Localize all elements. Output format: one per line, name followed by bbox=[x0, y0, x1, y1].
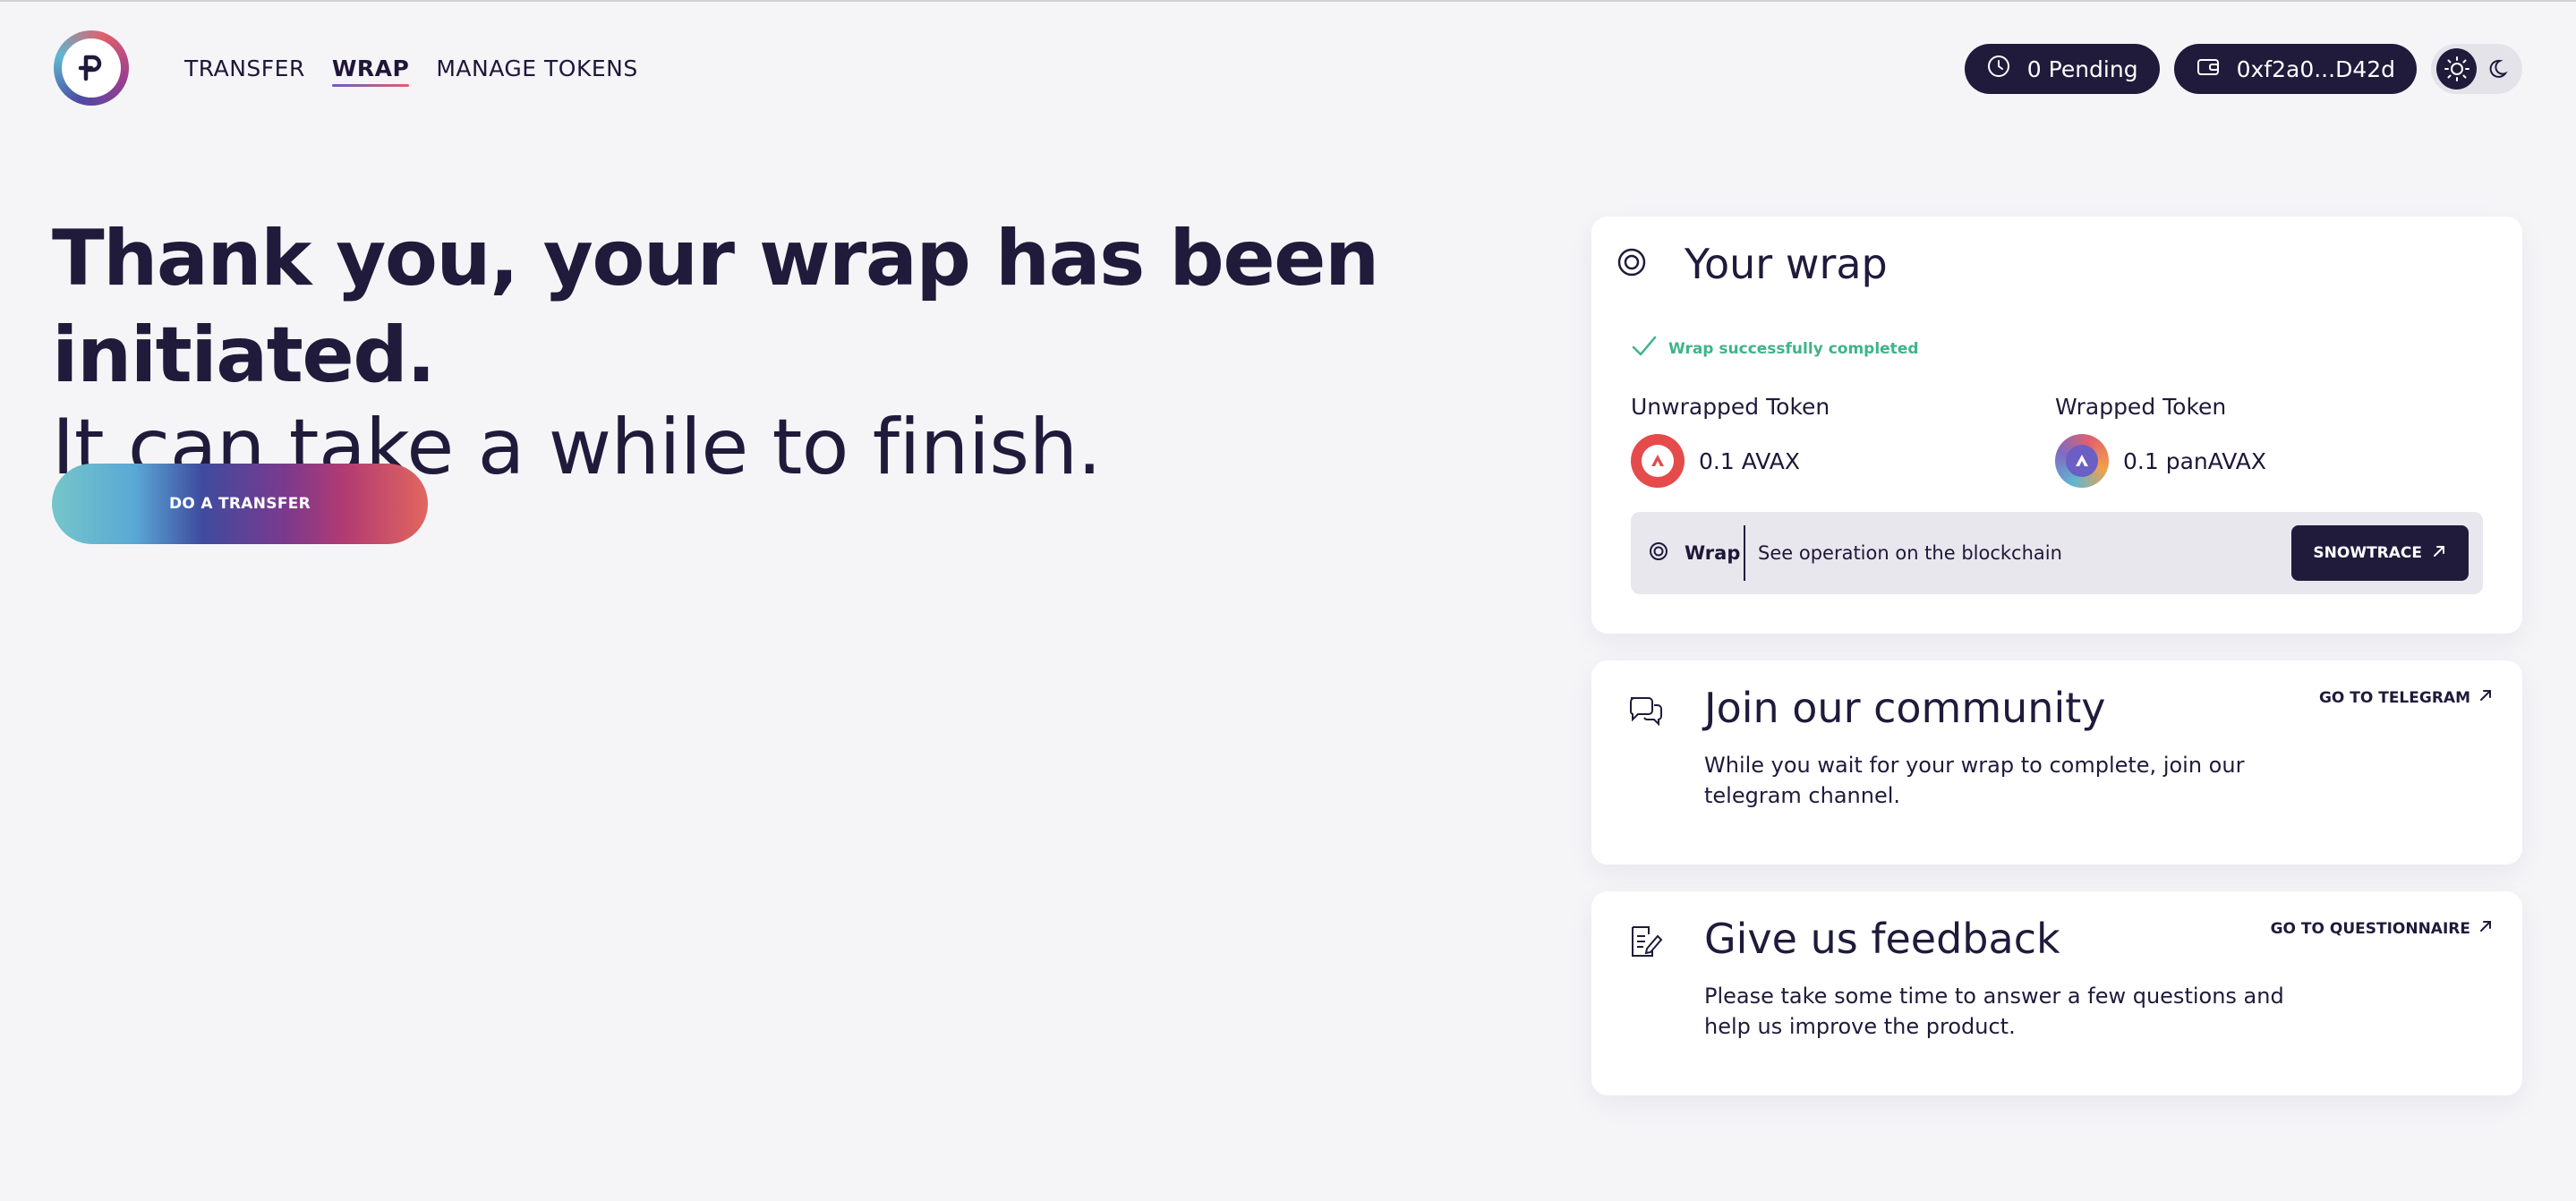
wallet-icon bbox=[2196, 54, 2221, 84]
logo-inner bbox=[62, 38, 121, 98]
unwrapped-token-label: Unwrapped Token bbox=[1631, 394, 1830, 420]
hero-title: Thank you, your wrap has been initiated. bbox=[52, 214, 1379, 400]
operation-text: See operation on the blockchain bbox=[1758, 542, 2062, 564]
community-title: Join our community bbox=[1704, 684, 2106, 732]
wrapped-token: Wrapped Token 0.1 panAVAX bbox=[2055, 394, 2266, 488]
theme-toggle[interactable] bbox=[2431, 44, 2522, 94]
target-icon bbox=[1616, 247, 1647, 281]
target-small-icon bbox=[1649, 541, 1668, 565]
clock-icon bbox=[1986, 54, 2011, 84]
check-icon bbox=[1631, 335, 1658, 362]
community-desc: While you wait for your wrap to complete… bbox=[1704, 753, 2245, 808]
wallet-button[interactable]: 0xf2a0...D42d bbox=[2173, 44, 2417, 94]
wrapped-token-row: 0.1 panAVAX bbox=[2055, 434, 2266, 488]
external-link-icon bbox=[2478, 687, 2494, 708]
wrap-status-text: Wrap successfully completed bbox=[1668, 339, 1919, 358]
operation-label: Wrap bbox=[1685, 542, 1741, 564]
logo-icon[interactable] bbox=[54, 30, 129, 106]
community-card: Join our community While you wait for yo… bbox=[1591, 660, 2522, 865]
snowtrace-label: SNOWTRACE bbox=[2313, 544, 2422, 562]
questionnaire-link[interactable]: GO TO QUESTIONNAIRE bbox=[2271, 918, 2494, 939]
wrapped-token-label: Wrapped Token bbox=[2055, 394, 2227, 420]
moon-icon[interactable] bbox=[2477, 48, 2517, 89]
operation-divider bbox=[1744, 525, 1745, 581]
wrap-card-title: Your wrap bbox=[1685, 240, 1888, 288]
wrapped-token-value: 0.1 panAVAX bbox=[2123, 447, 2266, 474]
nav-transfer[interactable]: TRANSFER bbox=[184, 55, 305, 87]
unwrapped-token: Unwrapped Token 0.1 AVAX bbox=[1631, 394, 1830, 488]
your-wrap-card: Your wrap Wrap successfully completed Un… bbox=[1591, 217, 2522, 634]
edit-document-icon bbox=[1627, 924, 1663, 963]
sun-icon[interactable] bbox=[2436, 48, 2477, 89]
telegram-link[interactable]: GO TO TELEGRAM bbox=[2319, 687, 2494, 708]
wallet-address: 0xf2a0...D42d bbox=[2236, 55, 2395, 82]
pending-label: 0 Pending bbox=[2026, 55, 2138, 82]
external-link-icon bbox=[2431, 543, 2447, 564]
panavax-icon bbox=[2055, 434, 2109, 488]
logo-p-glyph bbox=[78, 55, 102, 81]
telegram-link-label: GO TO TELEGRAM bbox=[2318, 688, 2470, 707]
snowtrace-button[interactable]: SNOWTRACE bbox=[2291, 525, 2469, 581]
external-link-icon bbox=[2478, 918, 2494, 939]
questionnaire-link-label: GO TO QUESTIONNAIRE bbox=[2270, 919, 2470, 938]
header-actions: 0 Pending 0xf2a0...D42d bbox=[1964, 44, 2522, 94]
avax-icon bbox=[1631, 434, 1685, 488]
chat-icon bbox=[1627, 693, 1665, 732]
nav-wrap[interactable]: WRAP bbox=[331, 55, 410, 87]
pending-button[interactable]: 0 Pending bbox=[1964, 44, 2160, 94]
top-border bbox=[0, 0, 2576, 2]
feedback-title: Give us feedback bbox=[1704, 915, 2060, 963]
hero: Thank you, your wrap has been initiated.… bbox=[52, 211, 1574, 492]
nav-manage-tokens[interactable]: MANAGE TOKENS bbox=[436, 55, 637, 87]
feedback-card: Give us feedback Please take some time t… bbox=[1591, 891, 2522, 1095]
wrap-status: Wrap successfully completed bbox=[1631, 335, 1919, 362]
do-transfer-button[interactable]: DO A TRANSFER bbox=[52, 464, 428, 544]
main-nav: TRANSFER WRAP MANAGE TOKENS bbox=[184, 55, 638, 87]
unwrapped-token-value: 0.1 AVAX bbox=[1699, 447, 1800, 474]
unwrapped-token-row: 0.1 AVAX bbox=[1631, 434, 1830, 488]
operation-label-group: Wrap bbox=[1631, 541, 1744, 565]
operation-bar: Wrap See operation on the blockchain SNO… bbox=[1631, 512, 2483, 594]
feedback-desc: Please take some time to answer a few qu… bbox=[1704, 984, 2284, 1039]
